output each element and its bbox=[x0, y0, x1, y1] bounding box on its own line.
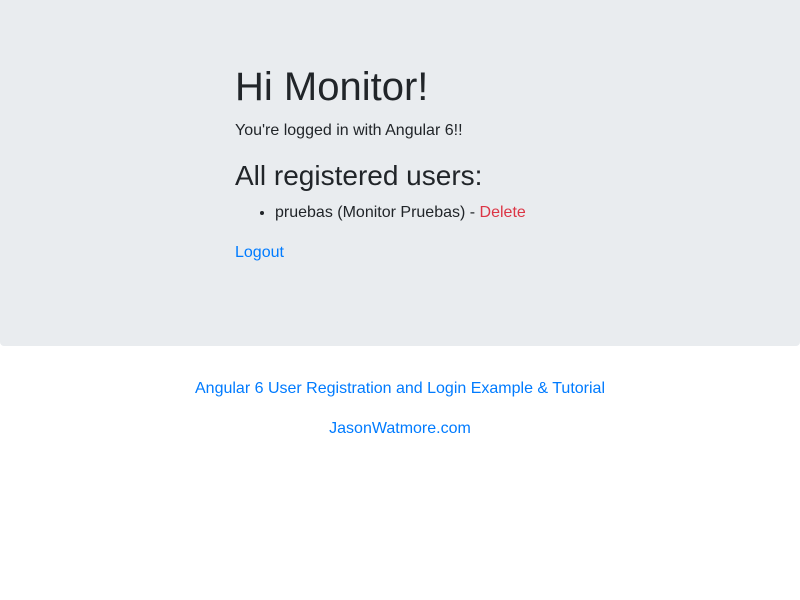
footer: Angular 6 User Registration and Login Ex… bbox=[0, 379, 800, 459]
user-list: pruebas (Monitor Pruebas) - Delete bbox=[235, 203, 526, 223]
logout-link[interactable]: Logout bbox=[235, 243, 284, 263]
greeting-heading: Hi Monitor! bbox=[235, 65, 429, 109]
jumbotron-panel: Hi Monitor! You're logged in with Angula… bbox=[0, 0, 800, 346]
users-heading: All registered users: bbox=[235, 160, 483, 191]
footer-site-line: JasonWatmore.com bbox=[0, 419, 800, 439]
user-list-item: pruebas (Monitor Pruebas) - Delete bbox=[275, 203, 526, 223]
login-status-text: You're logged in with Angular 6!! bbox=[235, 122, 463, 139]
footer-tutorial-line: Angular 6 User Registration and Login Ex… bbox=[0, 379, 800, 399]
tutorial-link[interactable]: Angular 6 User Registration and Login Ex… bbox=[195, 380, 605, 397]
user-label: pruebas (Monitor Pruebas) - bbox=[275, 204, 480, 221]
site-link[interactable]: JasonWatmore.com bbox=[329, 420, 471, 437]
delete-user-link[interactable]: Delete bbox=[480, 204, 526, 221]
